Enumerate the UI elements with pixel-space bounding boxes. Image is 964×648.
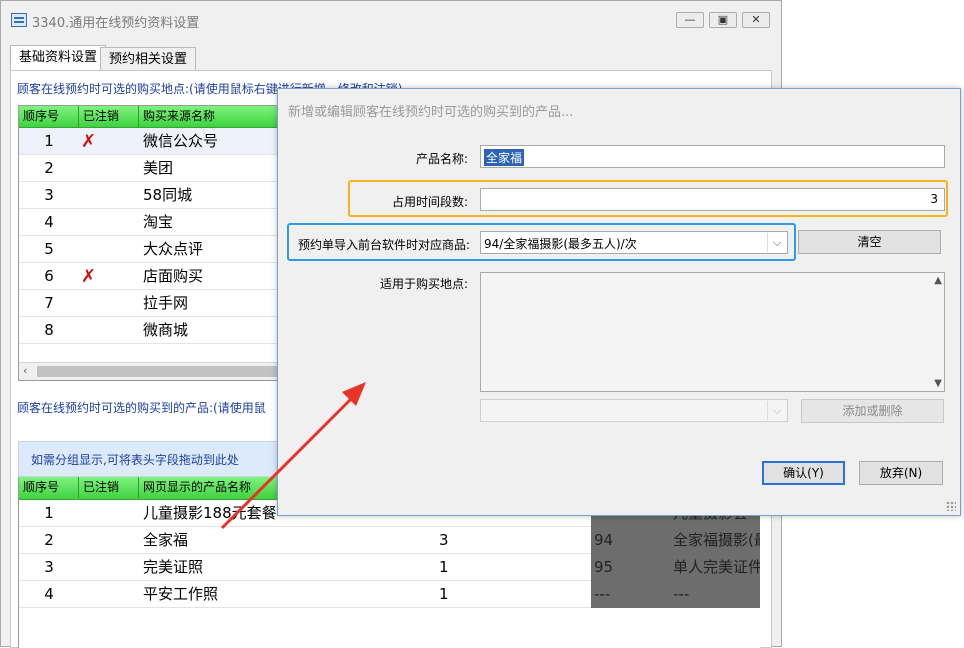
red-arrow-annotation	[220, 382, 366, 530]
